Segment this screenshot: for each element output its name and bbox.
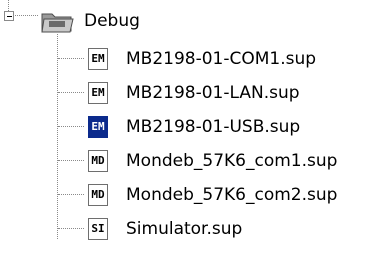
sup-file-icon: EM — [88, 82, 108, 104]
tree-view: Debug EM MB2198-01-COM1.sup EM MB2198-01… — [0, 0, 382, 255]
sup-file-icon: SI — [88, 218, 108, 240]
tree-connector — [8, 0, 9, 11]
tree-item[interactable]: MD Mondeb_57K6_com1.sup — [0, 147, 382, 175]
tree-connector — [58, 92, 84, 93]
tree-connector — [58, 160, 84, 161]
tree-connector — [58, 126, 84, 127]
tree-item-label: Mondeb_57K6_com2.sup — [126, 185, 338, 205]
sup-file-icon: EM — [88, 116, 108, 138]
tree-connector — [58, 58, 84, 59]
sup-file-icon: EM — [88, 48, 108, 70]
tree-item[interactable]: EM MB2198-01-COM1.sup — [0, 45, 382, 73]
tree-connector — [13, 15, 38, 16]
collapse-toggle[interactable] — [4, 11, 14, 21]
tree-item-label: MB2198-01-LAN.sup — [126, 83, 300, 103]
tree-root-label[interactable]: Debug — [84, 11, 140, 31]
sup-file-icon: MD — [88, 184, 108, 206]
tree-item[interactable]: EM MB2198-01-LAN.sup — [0, 79, 382, 107]
tree-item[interactable]: MD Mondeb_57K6_com2.sup — [0, 181, 382, 209]
tree-item-label: Mondeb_57K6_com1.sup — [126, 151, 338, 171]
sup-file-icon: MD — [88, 150, 108, 172]
tree-item-label: MB2198-01-COM1.sup — [126, 49, 317, 69]
tree-item-label: Simulator.sup — [126, 219, 243, 239]
tree-connector — [58, 194, 84, 195]
tree-item-selected[interactable]: EM MB2198-01-USB.sup — [0, 113, 382, 141]
folder-icon — [41, 13, 74, 33]
tree-item[interactable]: SI Simulator.sup — [0, 215, 382, 243]
tree-item-label: MB2198-01-USB.sup — [126, 117, 301, 137]
tree-connector — [58, 228, 84, 229]
